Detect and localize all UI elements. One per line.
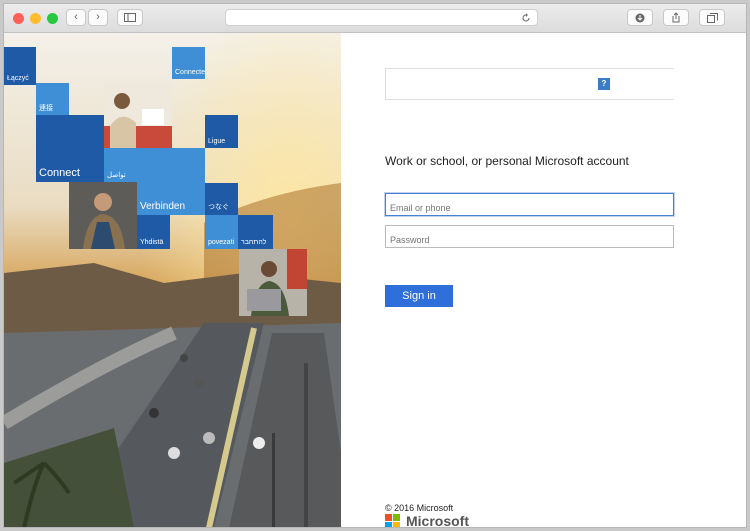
tabs-icon [706,13,718,23]
minimize-window-button[interactable] [30,13,41,24]
tile-tawasol: تواصل [104,148,137,182]
tile-label: Ligue [208,138,226,145]
close-window-button[interactable] [13,13,24,24]
login-panel: ? Work or school, or personal Microsoft … [341,33,746,528]
maximize-window-button[interactable] [47,13,58,24]
microsoft-logo-icon [385,514,401,527]
tile-lehitchaber: להתחבר [238,215,273,249]
tile-label: Connecte [175,69,205,76]
tile-label: Verbinden [140,201,186,212]
login-title: Work or school, or personal Microsoft ac… [385,154,629,168]
page-content: Łączyć Connecte 連接 Ligue Connect تواصل V… [4,33,746,528]
tabs-button[interactable] [699,9,725,26]
tile-label: Yhdistä [140,239,164,246]
microsoft-wordmark: Microsoft [406,513,469,528]
sidebar-button[interactable] [117,9,143,26]
tile-yhdista: Yhdistä [137,215,170,249]
tile-label: povezati [208,239,235,246]
tile-label: Łączyć [7,75,29,82]
sign-in-button[interactable]: Sign in [385,285,453,307]
tile-connecte: Connecte [172,47,205,79]
back-icon: ‹ [74,11,78,23]
tile-connect: Connect [36,115,104,182]
share-button[interactable] [663,9,689,26]
sidebar-icon [124,13,136,22]
tile-verbinden: Verbinden [137,148,205,215]
download-button[interactable] [627,9,653,26]
help-box: ? [385,68,674,100]
avatar-photo-laptop [239,249,307,316]
browser-toolbar: ‹ › [4,4,746,33]
browser-window: ‹ › Łączyć Connecte 連接 Ligue Connect توا… [3,3,747,528]
forward-button[interactable]: › [88,9,108,26]
tile-lianjie: 連接 [36,83,69,116]
avatar-photo-man [69,182,137,249]
tile-laczyc: Łączyć [4,47,36,85]
avatar-photo-woman [104,81,172,148]
tile-label: つなぐ [208,204,229,211]
email-field[interactable] [385,193,674,216]
forward-icon: › [96,11,100,23]
tile-label: להתחבר [241,239,267,246]
address-bar[interactable] [225,9,538,26]
download-icon [635,13,645,23]
tile-label: 連接 [39,105,53,112]
share-icon [672,12,680,23]
tile-label: Connect [39,167,80,179]
tile-ligue: Ligue [205,115,238,148]
tile-povezati: povezati [205,215,238,249]
password-field[interactable] [385,225,674,248]
copyright-text: © 2016 Microsoft [385,503,454,513]
tile-label: تواصل [107,172,126,179]
hero-image: Łączyć Connecte 連接 Ligue Connect تواصل V… [4,33,341,527]
back-button[interactable]: ‹ [66,9,86,26]
help-icon[interactable]: ? [598,78,610,90]
tile-tsunagu: つなぐ [205,183,238,215]
reload-icon[interactable] [521,13,531,23]
